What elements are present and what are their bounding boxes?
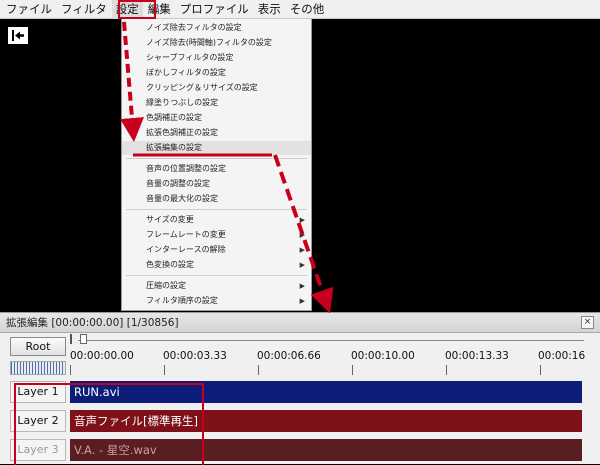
ext-window-title-text: 拡張編集 [00:00:00.00] [1/30856] [6,317,179,329]
ruler-time-label: 00:00:00.00 [70,350,134,362]
timeline-scroll-slider[interactable] [70,334,590,344]
dd-item-label: インターレースの解除 [146,245,226,254]
menu-bar: ファイル フィルタ 設定 編集 プロファイル 表示 その他 [0,0,600,19]
ruler-tick [70,365,71,375]
menu-profile[interactable]: プロファイル [176,0,253,19]
dd-item-label: 音声の位置調整の設定 [146,164,226,173]
slider-thumb[interactable] [80,334,87,344]
dd-item-label: 拡張編集の設定 [146,143,202,152]
dd-item-label: クリッピング＆リサイズの設定 [146,83,258,92]
dd-separator [126,158,307,159]
dd-item-color-conversion[interactable]: 色変換の設定 ▶ [122,258,311,272]
layers-highlight [14,383,204,465]
slider-start-tick [70,334,72,344]
dd-item-deinterlace[interactable]: インターレースの解除 ▶ [122,243,311,257]
submenu-arrow-icon: ▶ [299,246,305,254]
ruler-time-label: 00:00:13.33 [445,350,509,362]
menu-other[interactable]: その他 [286,0,329,19]
dd-item-audio-position[interactable]: 音声の位置調整の設定 [122,162,311,176]
submenu-arrow-icon: ▶ [299,261,305,269]
settings-dropdown-menu: ノイズ除去フィルタの設定 ノイズ除去(時間軸)フィルタの設定 シャープフィルタの… [121,19,312,311]
dd-separator [126,209,307,210]
submenu-arrow-icon: ▶ [299,216,305,224]
dd-item-compression[interactable]: 圧縮の設定 ▶ [122,279,311,293]
dd-item-label: ノイズ除去(時間軸)フィルタの設定 [146,38,272,47]
submenu-arrow-icon: ▶ [299,297,305,305]
menu-filter[interactable]: フィルタ [57,0,111,19]
dd-item-label: 色変換の設定 [146,260,194,269]
dd-item-label: 拡張色調補正の設定 [146,128,218,137]
dd-item-label: サイズの変更 [146,215,194,224]
dd-item-volume-maximize[interactable]: 音量の最大化の設定 [122,192,311,206]
zoom-scale-bar[interactable] [10,361,66,375]
ruler-time-label: 00:00:10.00 [351,350,415,362]
slider-track [78,340,584,341]
settings-menu-highlight [118,0,156,19]
ruler-tick [352,365,353,375]
dd-item-ext-color-correction[interactable]: 拡張色調補正の設定 [122,126,311,140]
dd-item-framerate[interactable]: フレームレートの変更 ▶ [122,228,311,242]
dd-item-volume-adjust[interactable]: 音量の調整の設定 [122,177,311,191]
dd-item-label: シャープフィルタの設定 [146,53,234,62]
dd-separator [126,275,307,276]
dd-item-label: 音量の調整の設定 [146,179,210,188]
dd-item-noise-filter[interactable]: ノイズ除去フィルタの設定 [122,21,311,35]
ruler-time-label: 00:00:03.33 [163,350,227,362]
go-to-start-icon[interactable] [8,27,28,44]
close-button[interactable]: × [581,316,594,329]
ext-window-title: 拡張編集 [00:00:00.00] [1/30856] [0,313,600,333]
dd-item-color-correction[interactable]: 色調補正の設定 [122,111,311,125]
dd-item-extended-edit[interactable]: 拡張編集の設定 [122,141,311,155]
ruler-time-label: 00:00:16 [538,350,586,362]
dd-item-label: 音量の最大化の設定 [146,194,218,203]
dd-item-border-fill[interactable]: 縁塗りつぶしの設定 [122,96,311,110]
dd-item-blur[interactable]: ぼかしフィルタの設定 [122,66,311,80]
dd-item-label: フレームレートの変更 [146,230,226,239]
dd-item-label: ノイズ除去フィルタの設定 [146,23,242,32]
ruler-tick [258,365,259,375]
ruler-tick [446,365,447,375]
root-button[interactable]: Root [10,337,66,356]
dd-item-label: 縁塗りつぶしの設定 [146,98,219,107]
menu-view[interactable]: 表示 [254,0,285,19]
submenu-arrow-icon: ▶ [299,231,305,239]
timeline-ruler[interactable]: 00:00:00.00 00:00:03.33 00:00:06.66 00:0… [70,345,590,375]
dd-item-label: 色調補正の設定 [146,113,202,122]
extended-edit-window: 拡張編集 [00:00:00.00] [1/30856] × Root 00:0… [0,312,600,465]
dd-item-label: 圧縮の設定 [146,281,186,290]
dd-item-label: フィルタ順序の設定 [146,296,218,305]
submenu-arrow-icon: ▶ [299,282,305,290]
ruler-tick [164,365,165,375]
dd-item-resize[interactable]: サイズの変更 ▶ [122,213,311,227]
ruler-time-label: 00:00:06.66 [257,350,321,362]
dd-item-sharpen[interactable]: シャープフィルタの設定 [122,51,311,65]
dd-item-filter-order[interactable]: フィルタ順序の設定 ▶ [122,294,311,308]
dd-item-label: ぼかしフィルタの設定 [146,68,226,77]
ruler-tick [540,365,541,375]
dd-item-clipping-resize[interactable]: クリッピング＆リサイズの設定 [122,81,311,95]
dd-item-noise-time-filter[interactable]: ノイズ除去(時間軸)フィルタの設定 [122,36,311,50]
menu-file[interactable]: ファイル [0,0,56,19]
